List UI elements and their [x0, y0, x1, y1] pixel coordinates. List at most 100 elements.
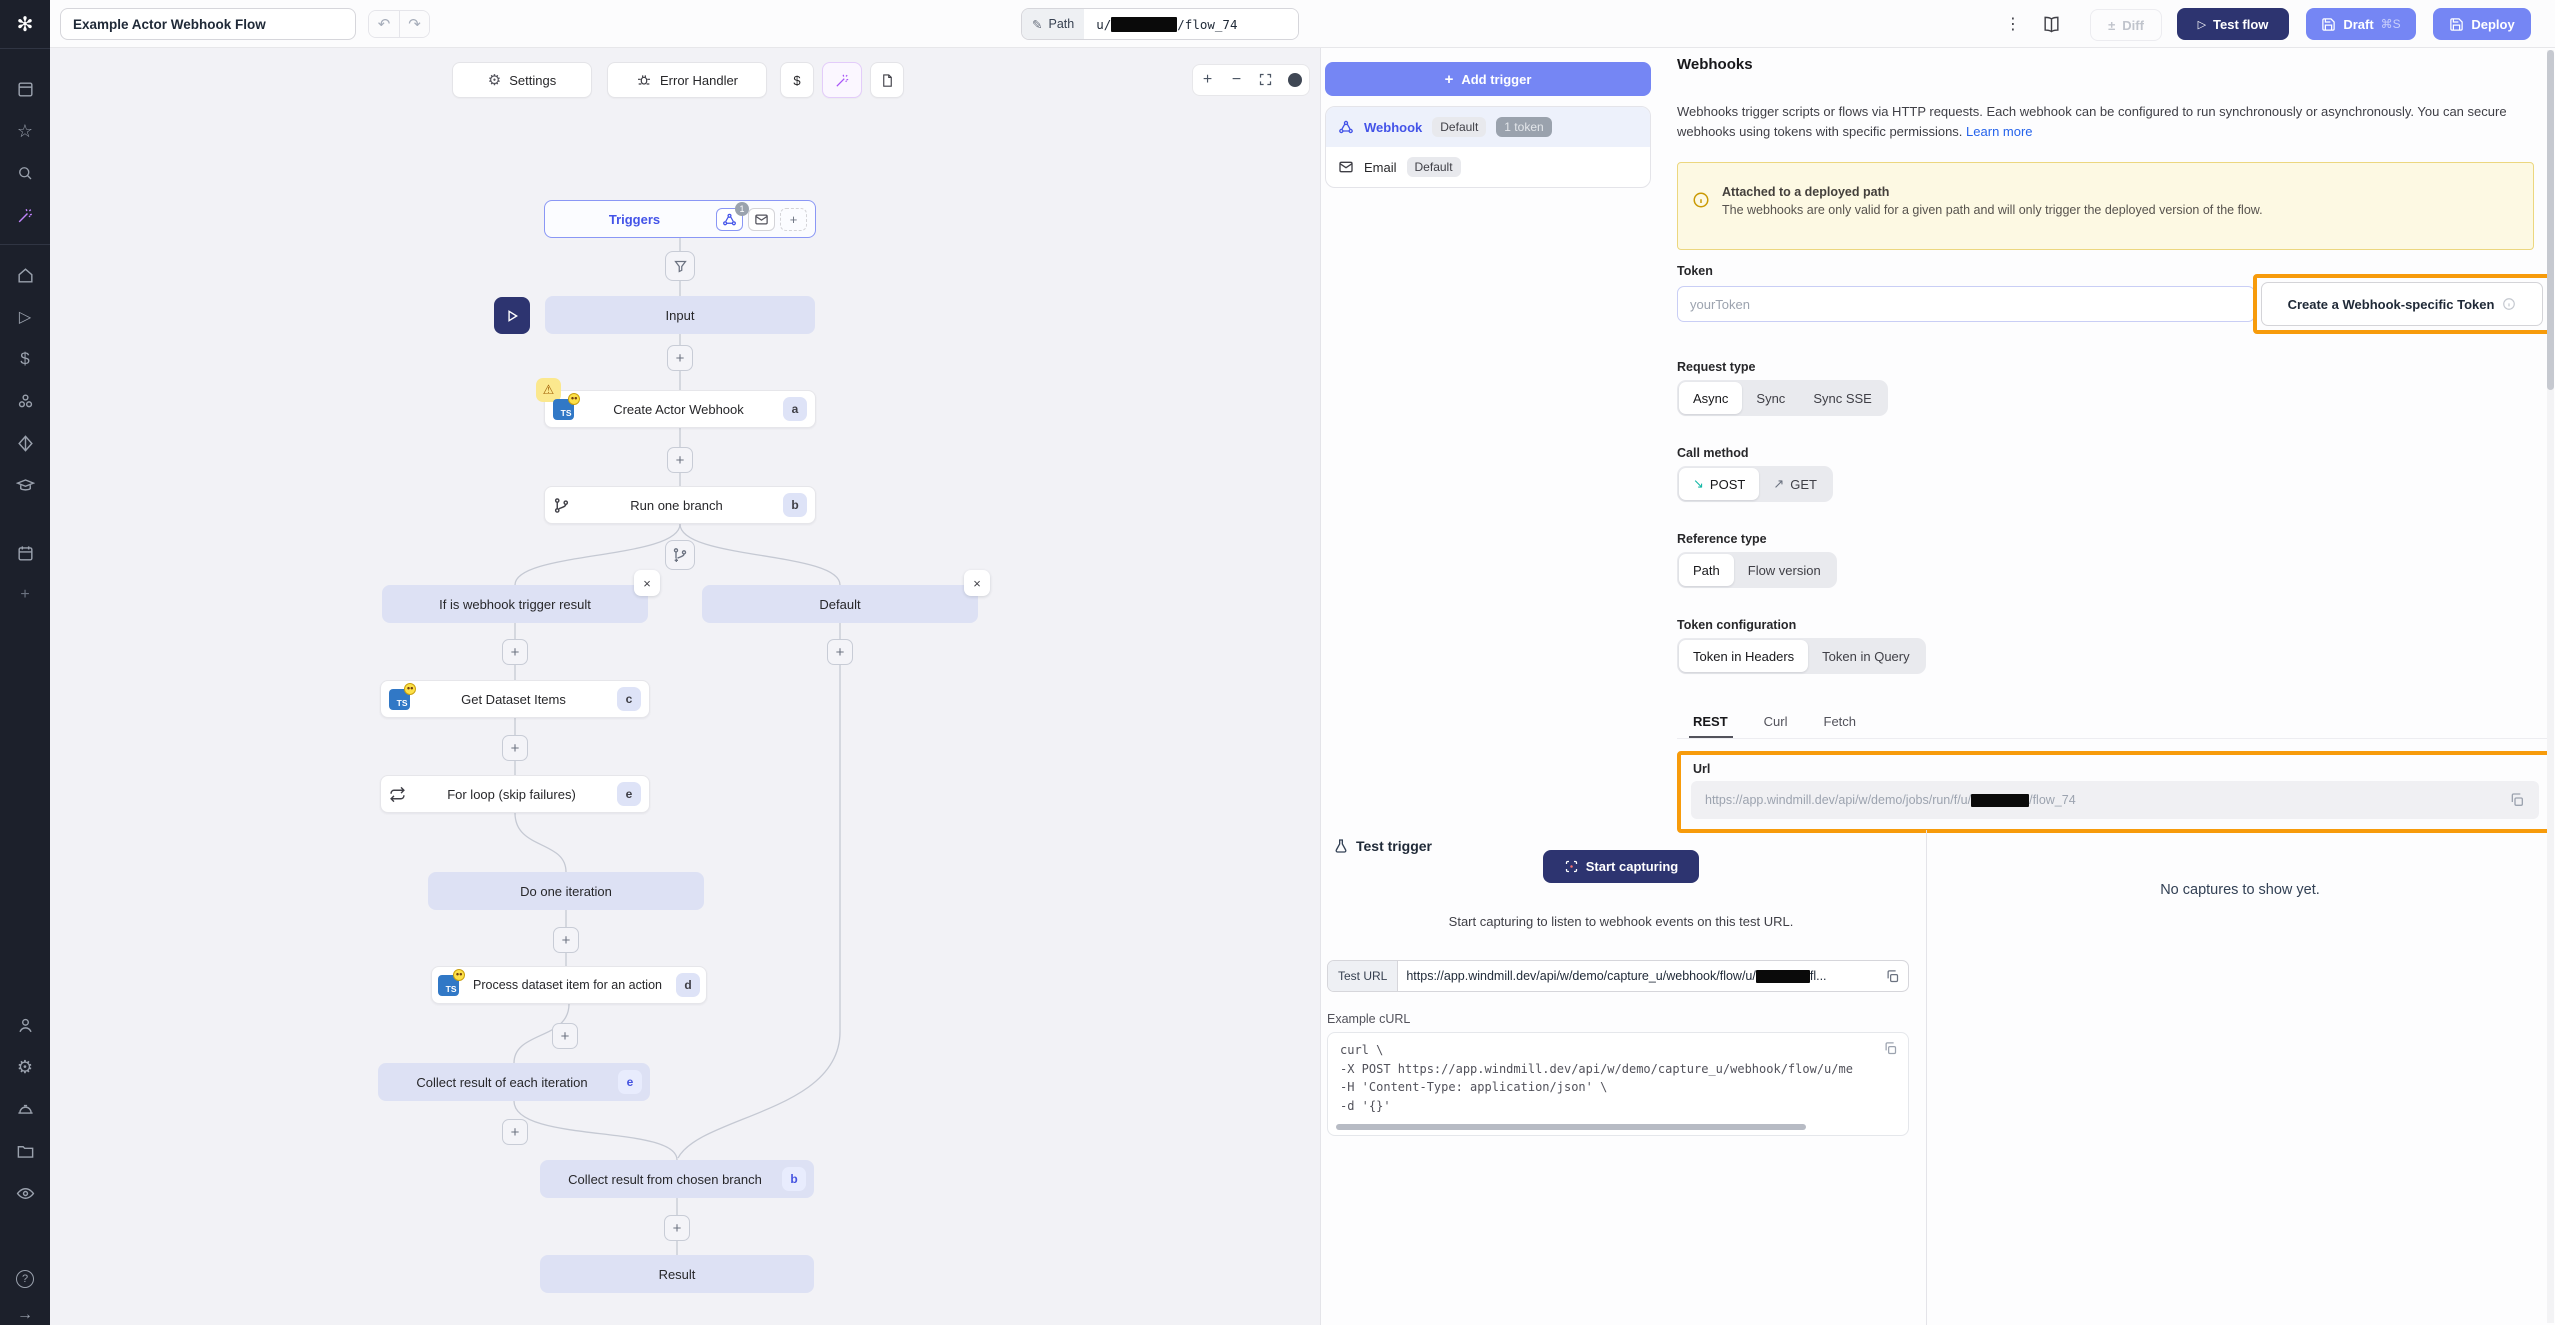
flow-canvas[interactable]: ⚙ Settings Error Handler $ + −	[50, 48, 1320, 1325]
call-method-get[interactable]: ↗ GET	[1759, 468, 1831, 500]
flow-node-result[interactable]: Result	[540, 1255, 814, 1293]
trigger-row-email[interactable]: Email Default	[1326, 147, 1650, 187]
run-flow-preview-button[interactable]	[494, 297, 530, 334]
tab-fetch[interactable]: Fetch	[1824, 714, 1857, 729]
redo-button[interactable]: ↷	[399, 11, 429, 37]
insert-step-button[interactable]: +	[552, 1023, 578, 1049]
flow-node-branch-if[interactable]: If is webhook trigger result	[382, 585, 648, 623]
settings-nav-button[interactable]: ⚙	[0, 1052, 50, 1082]
diff-button[interactable]: ± Diff	[2090, 9, 2162, 41]
delete-branch-button[interactable]: ×	[634, 570, 660, 596]
insert-step-button[interactable]: +	[664, 1215, 690, 1241]
token-configuration-toggle: Token in Headers Token in Query	[1677, 638, 1926, 674]
path-input[interactable]: u//flow_74	[1084, 9, 1298, 39]
flow-node-collect-each-iteration[interactable]: Collect result of each iteration e	[378, 1063, 650, 1101]
test-flow-button[interactable]: ▷ Test flow	[2177, 8, 2289, 40]
path-suffix: /flow_74	[1177, 17, 1237, 32]
page-scrollbar-track[interactable]	[2547, 50, 2554, 1323]
insert-step-button[interactable]: +	[502, 639, 528, 665]
add-trigger-button[interactable]: + Add trigger	[1325, 62, 1651, 96]
flow-node-for-loop[interactable]: For loop (skip failures) e	[380, 775, 650, 813]
search-nav-button[interactable]	[0, 158, 50, 188]
apps-nav-button[interactable]	[0, 74, 50, 104]
request-type-sync[interactable]: Sync	[1742, 382, 1799, 414]
home-nav-button[interactable]	[0, 260, 50, 290]
option-label: Token in Headers	[1693, 649, 1794, 664]
undo-button[interactable]: ↶	[369, 11, 399, 37]
request-type-async[interactable]: Async	[1679, 382, 1742, 414]
ai-nav-button[interactable]	[0, 200, 50, 230]
assets-nav-button[interactable]	[0, 428, 50, 458]
flow-node-get-dataset-items[interactable]: TS Get Dataset Items c	[380, 680, 650, 718]
url-field[interactable]: https://app.windmill.dev/api/w/demo/jobs…	[1691, 781, 2539, 819]
example-curl-block[interactable]: curl \ -X POST https://app.windmill.dev/…	[1327, 1032, 1909, 1136]
flow-node-run-one-branch[interactable]: Run one branch b	[544, 486, 816, 524]
runs-nav-button[interactable]: ▷	[0, 302, 50, 332]
workers-nav-button[interactable]	[0, 1094, 50, 1124]
flow-node-branch-default[interactable]: Default	[702, 585, 978, 623]
redacted-username	[1971, 794, 2029, 807]
test-url-value[interactable]: https://app.windmill.dev/api/w/demo/capt…	[1398, 969, 1885, 983]
request-type-sync-sse[interactable]: Sync SSE	[1799, 382, 1886, 414]
node-label: Input	[553, 308, 807, 323]
token-input[interactable]: yourToken	[1677, 286, 2255, 322]
copy-icon[interactable]	[2509, 792, 2525, 808]
insert-step-button[interactable]: +	[667, 447, 693, 473]
audit-nav-button[interactable]	[0, 1178, 50, 1208]
learn-more-link[interactable]: Learn more	[1966, 124, 2032, 139]
resources-nav-button[interactable]	[0, 386, 50, 416]
add-nav-button[interactable]: +	[0, 580, 50, 610]
windmill-logo[interactable]: ✻	[0, 0, 50, 48]
add-trigger-chip[interactable]: +	[780, 208, 807, 231]
users-nav-button[interactable]	[0, 1010, 50, 1040]
webhook-trigger-chip[interactable]: 1	[716, 208, 743, 231]
user-icon	[16, 1016, 35, 1035]
flow-node-process-dataset-item[interactable]: TS Process dataset item for an action d	[431, 966, 707, 1004]
folders-nav-button[interactable]	[0, 1136, 50, 1166]
call-method-post[interactable]: ↘ POST	[1679, 468, 1759, 500]
flow-node-input[interactable]: Input	[545, 296, 815, 334]
copy-icon[interactable]	[1885, 969, 1900, 984]
draft-button[interactable]: Draft ⌘S	[2306, 8, 2416, 40]
reference-type-flow-version[interactable]: Flow version	[1734, 554, 1835, 586]
flow-node-collect-chosen-branch[interactable]: Collect result from chosen branch b	[540, 1160, 814, 1198]
token-in-query[interactable]: Token in Query	[1808, 640, 1923, 672]
trigger-filter-node[interactable]	[665, 251, 695, 281]
more-menu-button[interactable]: ⋮	[2000, 0, 2026, 48]
node-label: Get Dataset Items	[410, 692, 617, 707]
page-scrollbar-thumb[interactable]	[2547, 50, 2554, 390]
learn-nav-button[interactable]	[0, 470, 50, 500]
horizontal-scrollbar[interactable]	[1336, 1124, 1806, 1130]
flow-node-triggers[interactable]: Triggers 1 +	[544, 200, 816, 238]
play-icon	[505, 309, 519, 323]
create-webhook-token-button[interactable]: Create a Webhook-specific Token	[2261, 282, 2543, 326]
insert-step-button[interactable]: +	[502, 735, 528, 761]
copy-icon[interactable]	[1883, 1041, 1898, 1056]
tab-curl[interactable]: Curl	[1764, 714, 1788, 729]
plus-icon: +	[562, 932, 571, 949]
start-capturing-button[interactable]: Start capturing	[1543, 850, 1699, 883]
add-branch-node[interactable]	[665, 540, 695, 570]
token-in-headers[interactable]: Token in Headers	[1679, 640, 1808, 672]
flow-title-input[interactable]: Example Actor Webhook Flow	[60, 8, 356, 40]
reference-type-path[interactable]: Path	[1679, 554, 1734, 586]
tab-rest[interactable]: REST	[1693, 714, 1728, 729]
insert-step-button[interactable]: +	[827, 639, 853, 665]
deploy-button[interactable]: Deploy	[2433, 8, 2531, 40]
trigger-row-webhook[interactable]: Webhook Default 1 token	[1326, 107, 1650, 147]
variables-nav-button[interactable]: $	[0, 344, 50, 374]
kebab-icon: ⋮	[2005, 14, 2021, 34]
help-button[interactable]: ?	[0, 1264, 50, 1294]
email-trigger-chip[interactable]	[748, 208, 775, 231]
favorites-nav-button[interactable]: ☆	[0, 116, 50, 146]
docs-button[interactable]	[2036, 0, 2066, 48]
expand-sidebar-button[interactable]: →	[0, 1300, 50, 1330]
flow-node-create-actor-webhook[interactable]: ⚠ TS Create Actor Webhook a	[544, 390, 816, 428]
insert-step-button[interactable]: +	[667, 345, 693, 371]
schedules-nav-button[interactable]	[0, 538, 50, 568]
insert-step-button[interactable]: +	[502, 1119, 528, 1145]
delete-branch-button[interactable]: ×	[964, 570, 990, 596]
insert-step-button[interactable]: +	[553, 927, 579, 953]
flow-node-do-one-iteration[interactable]: Do one iteration	[428, 872, 704, 910]
path-label-text: Path	[1048, 17, 1074, 31]
